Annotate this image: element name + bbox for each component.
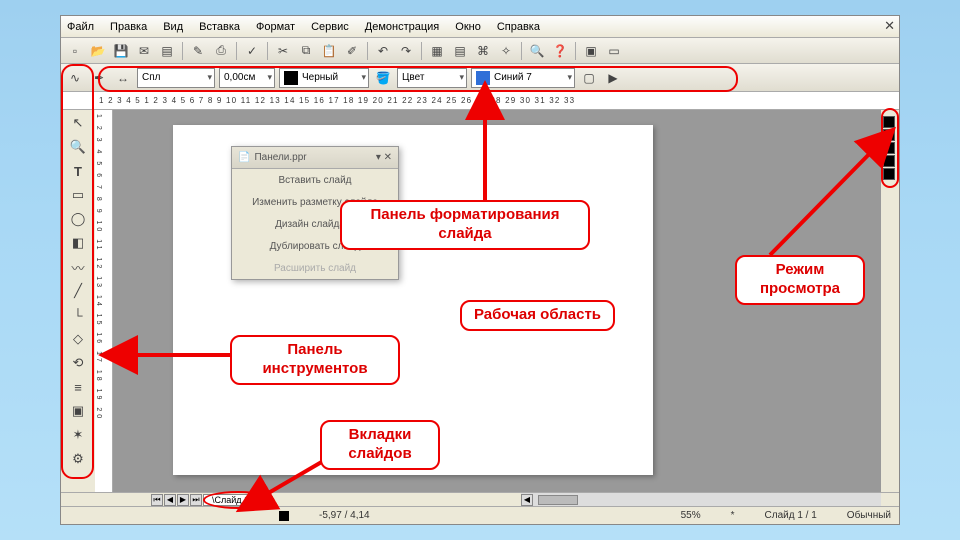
open-icon[interactable]: 📂 <box>88 41 108 61</box>
menu-edit[interactable]: Правка <box>110 21 147 33</box>
arrow-format <box>475 95 495 200</box>
status-mode: Обычный <box>847 510 891 521</box>
spell-icon[interactable]: ✓ <box>242 41 262 61</box>
hscroll[interactable]: ◀ <box>521 492 881 506</box>
brush-icon[interactable]: ✐ <box>342 41 362 61</box>
tab-next[interactable]: ▶ <box>177 494 189 506</box>
cut-icon[interactable]: ✂ <box>273 41 293 61</box>
save-icon[interactable]: 💾 <box>111 41 131 61</box>
status-slide: Слайд 1 / 1 <box>765 510 817 521</box>
ctx-title: 📄 Панели.ppr▾ ✕ <box>232 147 398 169</box>
tab-prev[interactable]: ◀ <box>164 494 176 506</box>
ctx-expand: Расширить слайд <box>232 257 398 279</box>
status-bar: -5,97 / 4,14 55% * Слайд 1 / 1 Обычный <box>61 506 899 524</box>
pdf-icon[interactable]: ▤ <box>157 41 177 61</box>
menu-demo[interactable]: Демонстрация <box>365 21 440 33</box>
menu-view[interactable]: Вид <box>163 21 183 33</box>
status-pos: -5,97 / 4,14 <box>319 510 370 521</box>
paste-icon[interactable]: 📋 <box>319 41 339 61</box>
callout-view: Режим просмотра <box>735 255 865 305</box>
table-icon[interactable]: ▤ <box>450 41 470 61</box>
menu-insert[interactable]: Вставка <box>199 21 240 33</box>
ring-format <box>98 66 738 92</box>
callout-tools: Панель инструментов <box>230 335 400 385</box>
print-icon[interactable]: ⎙ <box>211 41 231 61</box>
standard-toolbar: ▫ 📂 💾 ✉ ▤ ✎ ⎙ ✓ ✂ ⧉ 📋 ✐ ↶ ↷ ▦ ▤ ⌘ ✧ 🔍 ❓ … <box>61 38 899 64</box>
menu-service[interactable]: Сервис <box>311 21 349 33</box>
callout-format: Панель форматирования слайда <box>340 200 590 250</box>
nav-icon[interactable]: ✧ <box>496 41 516 61</box>
link-icon[interactable]: ⌘ <box>473 41 493 61</box>
ctx-insert-slide[interactable]: Вставить слайд <box>232 169 398 191</box>
copy-icon[interactable]: ⧉ <box>296 41 316 61</box>
menu-window[interactable]: Окно <box>455 21 481 33</box>
edit-icon[interactable]: ✎ <box>188 41 208 61</box>
new-icon[interactable]: ▫ <box>65 41 85 61</box>
help-icon[interactable]: ❓ <box>550 41 570 61</box>
ring-tools <box>61 64 94 479</box>
menu-help[interactable]: Справка <box>497 21 540 33</box>
ruler-vertical: 1 2 3 4 5 6 7 8 9 10 11 12 13 14 15 16 1… <box>95 110 113 492</box>
chart-icon[interactable]: ▦ <box>427 41 447 61</box>
callout-tabs: Вкладки слайдов <box>320 420 440 470</box>
menu-file[interactable]: Файл <box>67 21 94 33</box>
menu-format[interactable]: Формат <box>256 21 295 33</box>
redo-icon[interactable]: ↷ <box>396 41 416 61</box>
mail-icon[interactable]: ✉ <box>134 41 154 61</box>
callout-work: Рабочая область <box>460 300 615 331</box>
arrow-tools <box>110 340 230 370</box>
close-icon[interactable]: ✕ <box>884 18 895 34</box>
gallery-icon[interactable]: ▣ <box>581 41 601 61</box>
ring-tab <box>203 491 273 509</box>
undo-icon[interactable]: ↶ <box>373 41 393 61</box>
menu-bar: Файл Правка Вид Вставка Формат Сервис Де… <box>61 16 899 38</box>
slide-icon[interactable]: ▭ <box>604 41 624 61</box>
tab-first[interactable]: ⏮ <box>151 494 163 506</box>
tab-last[interactable]: ⏭ <box>190 494 202 506</box>
ring-view <box>881 108 899 188</box>
arrow-view <box>740 135 890 260</box>
zoom-icon[interactable]: 🔍 <box>527 41 547 61</box>
status-zoom: 55% <box>681 510 701 521</box>
